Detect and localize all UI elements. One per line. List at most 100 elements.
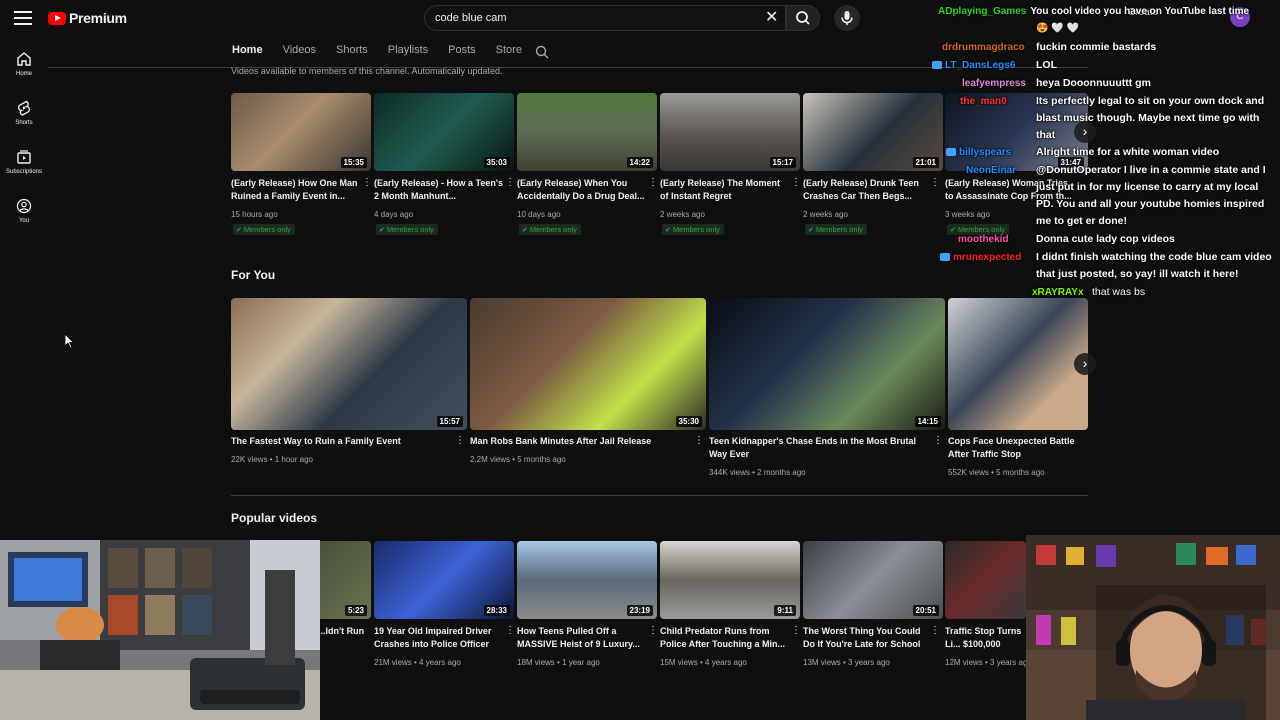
chat-username-text: the_man0 [960, 96, 1007, 107]
video-title[interactable]: (Early Release) Drunk Teen Crashes Car T… [803, 177, 933, 203]
search-input[interactable] [435, 6, 755, 30]
video-thumbnail[interactable]: 9:11 [660, 541, 800, 619]
mini-guide: Home Shorts Subscriptions You [0, 44, 48, 240]
tab-home[interactable]: Home [232, 44, 263, 64]
more-actions-icon[interactable]: ⋮ [930, 177, 940, 189]
video-meta: 10 days ago [517, 210, 561, 219]
duration-badge: 14:22 [626, 157, 653, 168]
tab-shorts[interactable]: Shorts [336, 44, 368, 64]
video-title[interactable]: The Worst Thing You Could Do If You're L… [803, 625, 928, 651]
video-title[interactable]: (Early Release) How One Man Ruined a Fam… [231, 177, 361, 203]
video-thumbnail[interactable]: 35:03 [374, 93, 514, 171]
chat-username-text: leafyempress [962, 78, 1026, 89]
sidebar-item-you[interactable]: You [0, 191, 48, 240]
video-thumbnail[interactable]: 15:17 [660, 93, 800, 171]
tab-store[interactable]: Store [496, 44, 522, 64]
you-icon [16, 198, 32, 214]
more-actions-icon[interactable]: ⋮ [694, 435, 704, 447]
chat-username: leafyempress [962, 75, 1026, 92]
chat-username: drdrummagdraco [942, 39, 1025, 56]
chat-username: mrunexpected [940, 249, 1021, 266]
video-title[interactable]: Teen Kidnapper's Chase Ends in the Most … [709, 435, 931, 461]
duration-badge: 35:30 [675, 416, 702, 427]
video-thumbnail[interactable]: 21:01 [803, 93, 943, 171]
mouse-cursor-icon [65, 334, 75, 349]
video-title[interactable]: (Early Release) The Moment of Instant Re… [660, 177, 790, 203]
more-actions-icon[interactable]: ⋮ [455, 435, 465, 447]
video-thumbnail[interactable]: 28:33 [374, 541, 514, 619]
video-thumbnail[interactable]: 15:35 [231, 93, 371, 171]
tab-posts[interactable]: Posts [448, 44, 476, 64]
youtube-premium-logo[interactable]: Premium [48, 10, 127, 26]
video-thumbnail[interactable]: 14:15 [709, 298, 945, 430]
duration-badge: 20:51 [912, 605, 939, 616]
video-title[interactable]: Cops Face Unexpected Battle After Traffi… [948, 435, 1088, 461]
video-title[interactable]: How Teens Pulled Off a MASSIVE Heist of … [517, 625, 647, 651]
search-button[interactable] [786, 5, 820, 31]
video-thumbnail[interactable]: 14:22 [517, 93, 657, 171]
more-actions-icon[interactable]: ⋮ [791, 177, 801, 189]
chat-text: LOL [1036, 59, 1057, 71]
more-actions-icon[interactable]: ⋮ [505, 625, 515, 637]
chat-username-text: xRAYRAYx [1032, 287, 1084, 298]
video-title[interactable]: ...ldn't Run [318, 625, 372, 638]
members-only-badge: Members only [519, 224, 581, 235]
more-actions-icon[interactable]: ⋮ [933, 435, 943, 447]
video-thumbnail[interactable]: 20:51 [803, 541, 943, 619]
webcam-room-image [0, 540, 320, 720]
members-only-badge: Members only [376, 224, 438, 235]
logo-text: Premium [69, 10, 127, 26]
section-divider [231, 495, 1088, 496]
shorts-icon [18, 100, 30, 116]
duration-badge: 28:33 [483, 605, 510, 616]
shelf-next-arrow-icon[interactable]: › [1074, 353, 1096, 375]
video-title[interactable]: Traffic Stop Turns Li... $100,000 Worth … [945, 625, 1026, 651]
video-thumbnail[interactable] [948, 298, 1088, 430]
microphone-icon [841, 11, 853, 25]
chat-text: @DonutOperator I live in a commie state … [1036, 164, 1266, 227]
video-thumbnail[interactable]: 15:57 [231, 298, 467, 430]
more-actions-icon[interactable]: ⋮ [648, 625, 658, 637]
chat-username-text: mrunexpected [953, 252, 1022, 263]
video-meta: 12M views • 3 years ago [945, 658, 1032, 667]
voice-search-button[interactable] [834, 5, 860, 31]
video-thumbnail[interactable] [945, 541, 1026, 619]
video-thumbnail[interactable]: 35:30 [470, 298, 706, 430]
subscriber-badge-icon [932, 61, 942, 70]
more-actions-icon[interactable]: ⋮ [930, 625, 940, 637]
sidebar-item-shorts[interactable]: Shorts [0, 93, 48, 142]
sidebar-item-label: Shorts [15, 120, 33, 126]
tab-videos[interactable]: Videos [283, 44, 316, 64]
more-actions-icon[interactable]: ⋮ [791, 625, 801, 637]
search-icon [796, 11, 810, 25]
chat-text: Alright time for a white woman video [1036, 146, 1220, 158]
more-actions-icon[interactable]: ⋮ [505, 177, 515, 189]
sidebar-item-home[interactable]: Home [0, 44, 48, 93]
chat-username-text: NeonEinar [966, 165, 1017, 176]
video-meta: 2 weeks ago [660, 210, 705, 219]
video-title[interactable]: (Early Release) - How a Teen's 2 Month M… [374, 177, 504, 203]
chat-username: xRAYRAYx [1032, 284, 1084, 301]
chat-text: You cool video you have on YouTube last … [1030, 6, 1250, 17]
channel-search-icon[interactable] [535, 45, 549, 59]
video-meta: 552K views • 5 months ago [948, 468, 1045, 477]
video-meta: 13M views • 3 years ago [803, 658, 890, 667]
video-title[interactable]: 19 Year Old Impaired Driver Crashes into… [374, 625, 504, 651]
sidebar-item-subscriptions[interactable]: Subscriptions [0, 142, 48, 191]
chat-username: NeonEinar [966, 162, 1016, 179]
clear-search-icon[interactable]: ✕ [765, 10, 778, 26]
more-actions-icon[interactable]: ⋮ [648, 177, 658, 189]
duration-badge: 15:57 [436, 416, 463, 427]
video-title[interactable]: Child Predator Runs from Police After To… [660, 625, 790, 651]
more-actions-icon[interactable]: ⋮ [362, 177, 372, 189]
chat-message: ADplaying_Games You cool video you have o… [938, 3, 1280, 20]
video-thumbnail[interactable]: 23:19 [517, 541, 657, 619]
subscriptions-icon [17, 150, 31, 164]
webcam-room-feed [0, 540, 320, 720]
video-title[interactable]: (Early Release) When You Accidentally Do… [517, 177, 647, 203]
chat-username: the_man0 [960, 93, 1007, 110]
video-meta: 15 hours ago [231, 210, 278, 219]
menu-icon[interactable] [14, 11, 32, 25]
tab-playlists[interactable]: Playlists [388, 44, 428, 64]
webcam-streamer-feed [1026, 535, 1280, 720]
